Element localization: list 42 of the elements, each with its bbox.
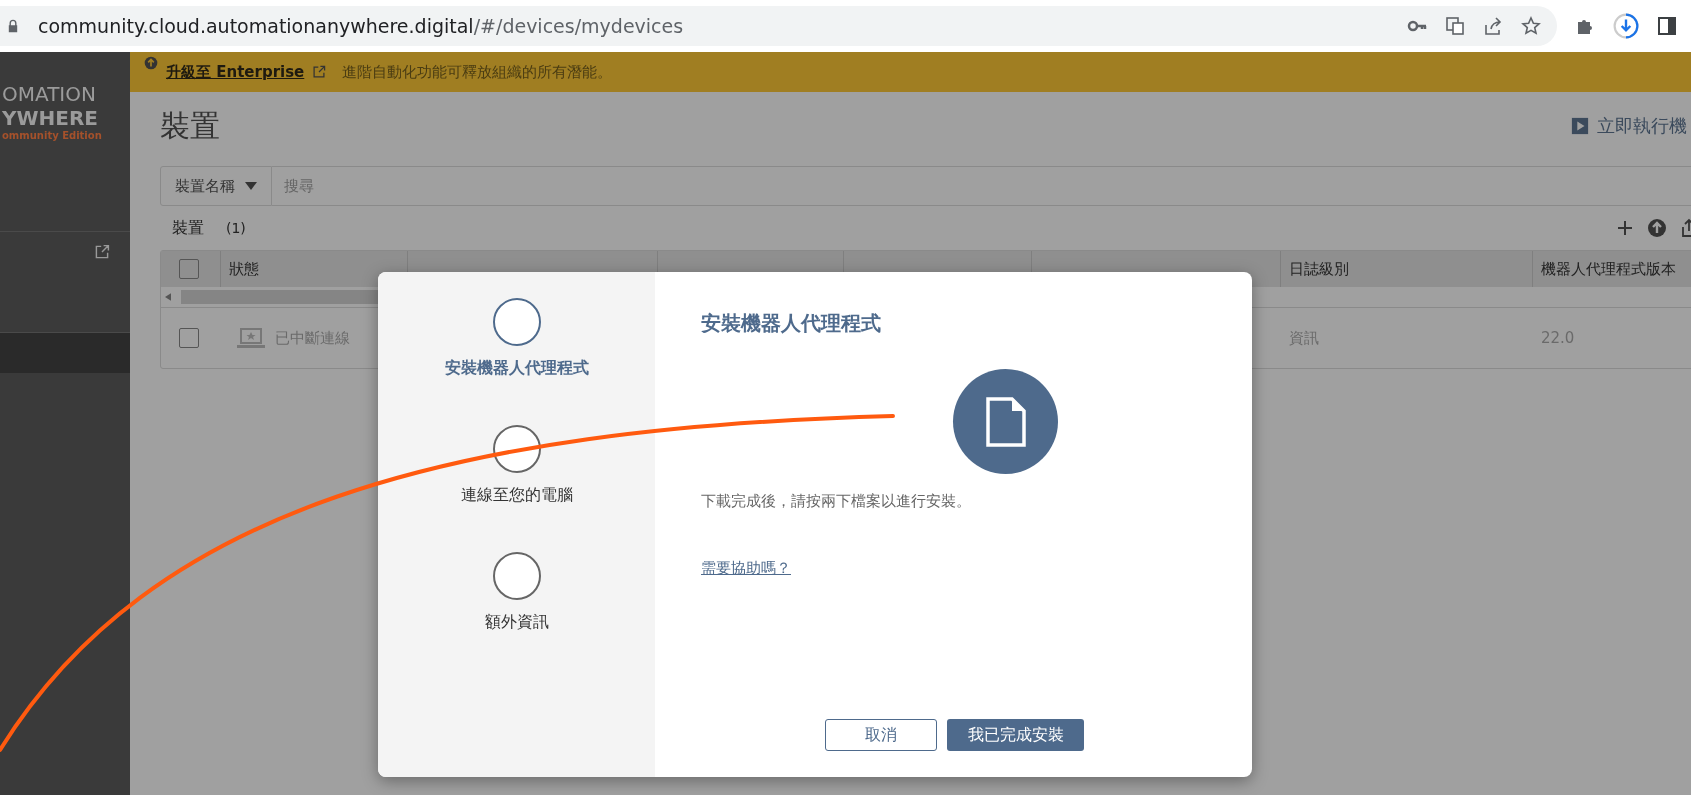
side-panel-icon[interactable]: [1657, 16, 1677, 36]
document-icon: [985, 396, 1026, 447]
play-icon: [1571, 117, 1589, 135]
banner-text: 進階自動化功能可釋放組織的所有潛能。: [342, 62, 613, 82]
scroll-left-icon[interactable]: [165, 293, 171, 301]
star-icon[interactable]: [1521, 16, 1541, 36]
lock-icon: [6, 19, 20, 33]
upgrade-icon: [144, 56, 158, 70]
upload-icon[interactable]: [1647, 218, 1667, 238]
row-checkbox[interactable]: [179, 328, 199, 348]
cancel-button[interactable]: 取消: [825, 719, 937, 751]
laptop-icon: [237, 327, 265, 349]
download-icon[interactable]: [1613, 13, 1639, 39]
step-item[interactable]: 連線至您的電腦: [460, 425, 573, 506]
logo-text: YWHERE: [2, 106, 98, 130]
help-link[interactable]: 需要協助嗎？: [701, 559, 791, 578]
step-item[interactable]: 額外資訊: [484, 552, 549, 633]
list-title: 裝置: [172, 217, 204, 239]
add-icon[interactable]: [1615, 218, 1635, 238]
search-field[interactable]: 搜尋: [272, 166, 1691, 206]
instruction-text: 下載完成後，請按兩下檔案以進行安裝。: [701, 492, 972, 511]
run-bot-button[interactable]: 立即執行機: [1571, 114, 1687, 138]
column-header[interactable]: 日誌級別: [1289, 259, 1349, 279]
step-item[interactable]: 安裝機器人代理程式: [444, 298, 589, 379]
select-all-checkbox[interactable]: [179, 259, 199, 279]
column-header[interactable]: 機器人代理程式版本: [1541, 259, 1676, 279]
upgrade-link[interactable]: 升級至 Enterprise: [166, 62, 305, 82]
device-count: (1): [226, 220, 246, 236]
logo-edition: ommunity Edition: [2, 130, 102, 141]
filter-dropdown[interactable]: 裝置名稱: [160, 166, 272, 206]
confirm-button[interactable]: 我已完成安裝: [947, 719, 1084, 751]
caret-icon: [245, 182, 257, 190]
dialog-title: 安裝機器人代理程式: [701, 310, 882, 337]
external-link-icon: [312, 65, 327, 79]
external-link-icon: [94, 244, 110, 260]
step-circle-icon: [492, 298, 541, 346]
column-header[interactable]: 狀態: [229, 259, 259, 279]
page-title: 裝置: [160, 106, 220, 145]
share-icon[interactable]: [1483, 16, 1503, 36]
step-circle-icon: [492, 425, 541, 473]
logo-text: OMATION: [2, 82, 96, 106]
step-circle-icon: [492, 552, 541, 600]
